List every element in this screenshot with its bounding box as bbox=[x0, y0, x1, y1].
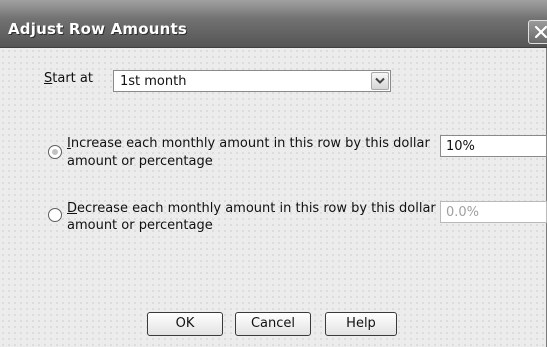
increase-radio[interactable] bbox=[48, 145, 62, 159]
dropdown-button[interactable] bbox=[371, 72, 389, 90]
ok-button[interactable]: OK bbox=[147, 312, 223, 336]
start-at-dropdown[interactable]: 1st month bbox=[113, 70, 391, 92]
decrease-label-line2: amount or percentage bbox=[67, 218, 213, 233]
close-button[interactable] bbox=[528, 20, 547, 44]
increase-label-line2: amount or percentage bbox=[67, 154, 213, 169]
help-button[interactable]: Help bbox=[325, 312, 397, 336]
title-bar: Adjust Row Amounts bbox=[0, 0, 547, 48]
decrease-amount-input[interactable]: 0.0% bbox=[440, 201, 547, 223]
close-icon bbox=[534, 25, 547, 39]
dialog-body bbox=[0, 48, 546, 347]
start-at-selected-value: 1st month bbox=[120, 74, 187, 89]
cancel-button[interactable]: Cancel bbox=[235, 312, 311, 336]
radio-selected-dot bbox=[52, 149, 58, 155]
adjust-row-amounts-dialog: Adjust Row Amounts Start at 1st month In… bbox=[0, 0, 547, 347]
decrease-label-line1: Decrease each monthly amount in this row… bbox=[67, 201, 436, 216]
increase-label-line1: Increase each monthly amount in this row… bbox=[67, 136, 430, 151]
chevron-down-icon bbox=[375, 77, 385, 84]
decrease-radio[interactable] bbox=[48, 208, 62, 222]
increase-amount-input[interactable]: 10% bbox=[440, 135, 547, 157]
dialog-title: Adjust Row Amounts bbox=[8, 20, 188, 38]
start-at-label: Start at bbox=[44, 71, 93, 86]
